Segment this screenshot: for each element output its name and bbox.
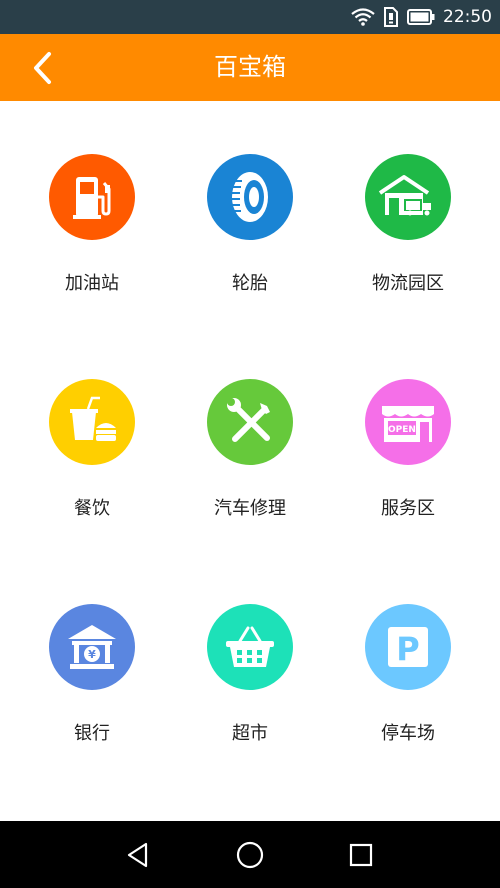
nav-recents-button[interactable] xyxy=(341,835,381,875)
nav-back-button[interactable] xyxy=(118,835,158,875)
status-bar: 22:50 xyxy=(0,0,500,34)
warehouse-truck-icon xyxy=(365,154,451,240)
open-shop-icon: OPEN xyxy=(365,379,451,465)
home-circle-icon xyxy=(236,841,264,869)
tire-icon xyxy=(207,154,293,240)
svg-text:OPEN: OPEN xyxy=(388,425,416,435)
tile-restaurant[interactable]: 餐饮 xyxy=(9,326,175,519)
tile-label: 加油站 xyxy=(65,273,119,294)
app-bar: 百宝箱 xyxy=(0,34,500,101)
tile-logistics-park[interactable]: 物流园区 xyxy=(325,101,491,294)
recents-square-icon xyxy=(349,843,373,867)
tile-label: 停车场 xyxy=(381,723,435,744)
chevron-left-icon xyxy=(34,52,51,84)
bank-icon: ¥ xyxy=(49,604,135,690)
nav-home-button[interactable] xyxy=(230,835,270,875)
tile-service-area[interactable]: OPEN 服务区 xyxy=(325,326,491,519)
wifi-icon xyxy=(351,8,375,26)
tile-label: 餐饮 xyxy=(74,498,110,519)
status-icons: 22:50 xyxy=(351,0,492,34)
tile-label: 服务区 xyxy=(381,498,435,519)
tile-label: 物流园区 xyxy=(372,273,444,294)
back-button[interactable] xyxy=(22,48,62,88)
shopping-basket-icon xyxy=(207,604,293,690)
back-triangle-icon xyxy=(127,842,148,868)
tile-label: 超市 xyxy=(232,723,268,744)
gas-pump-icon xyxy=(49,154,135,240)
parking-icon: P xyxy=(365,604,451,690)
wrench-screwdriver-icon xyxy=(207,379,293,465)
toolbox-grid: 加油站 轮胎 物流园区 餐饮 汽车修理 OPEN 服务区 ¥ 银行 超市 P 停… xyxy=(0,101,500,821)
tile-parking[interactable]: P 停车场 xyxy=(325,551,491,744)
battery-icon xyxy=(407,9,435,25)
page-title: 百宝箱 xyxy=(214,53,286,81)
tile-bank[interactable]: ¥ 银行 xyxy=(9,551,175,744)
tile-label: 轮胎 xyxy=(232,273,268,294)
drink-burger-icon xyxy=(49,379,135,465)
tile-label: 汽车修理 xyxy=(214,498,286,519)
svg-text:¥: ¥ xyxy=(88,648,96,661)
sim-card-icon xyxy=(384,7,398,27)
status-time: 22:50 xyxy=(443,7,492,27)
tile-car-repair[interactable]: 汽车修理 xyxy=(167,326,333,519)
tile-supermarket[interactable]: 超市 xyxy=(167,551,333,744)
tile-tires[interactable]: 轮胎 xyxy=(167,101,333,294)
system-nav-bar xyxy=(0,821,500,888)
svg-text:P: P xyxy=(396,630,419,668)
tile-gas-station[interactable]: 加油站 xyxy=(9,101,175,294)
tile-label: 银行 xyxy=(74,723,110,744)
